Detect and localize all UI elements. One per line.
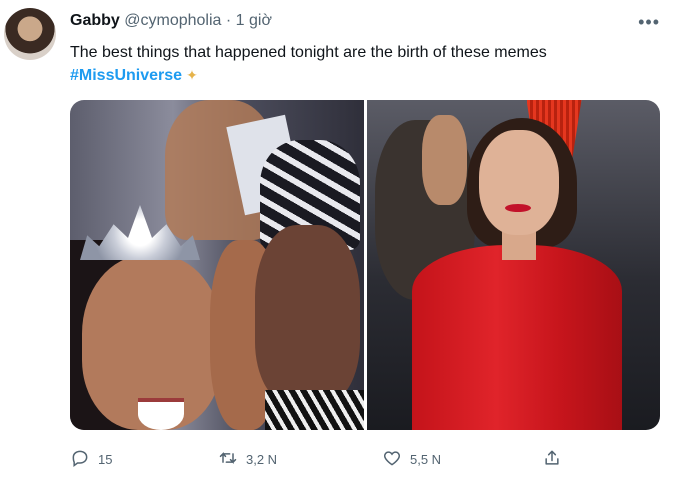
- like-count: 5,5 N: [410, 452, 442, 467]
- media-grid: [70, 100, 660, 430]
- reply-icon: [70, 448, 90, 471]
- retweet-count: 3,2 N: [246, 452, 278, 467]
- media-photo-1[interactable]: [70, 100, 364, 430]
- reply-button[interactable]: 15: [70, 448, 112, 471]
- like-button[interactable]: 5,5 N: [382, 448, 441, 471]
- tweet: Gabby @cymopholia · 1 giờ ••• The best t…: [0, 0, 700, 478]
- timestamp[interactable]: 1 giờ: [236, 12, 272, 29]
- header-separator: ·: [225, 12, 232, 29]
- hashtag-line: #MissUniverse ✦: [70, 64, 670, 87]
- display-name[interactable]: Gabby: [70, 12, 120, 29]
- avatar[interactable]: [4, 8, 56, 60]
- heart-icon: [382, 448, 402, 471]
- media-photo-2[interactable]: [366, 100, 660, 430]
- hashtag-link[interactable]: #MissUniverse: [70, 67, 182, 84]
- reply-count: 15: [98, 452, 113, 467]
- retweet-icon: [218, 448, 238, 471]
- tweet-text: The best things that happened tonight ar…: [70, 42, 670, 87]
- tweet-body: The best things that happened tonight ar…: [70, 44, 547, 61]
- tweet-header: Gabby @cymopholia · 1 giờ: [70, 12, 272, 30]
- share-button[interactable]: [542, 448, 562, 471]
- share-icon: [542, 448, 562, 471]
- user-handle[interactable]: @cymopholia: [124, 12, 221, 29]
- more-options-icon[interactable]: •••: [638, 12, 660, 33]
- action-bar: 15 3,2 N 5,5 N: [70, 448, 670, 470]
- retweet-button[interactable]: 3,2 N: [218, 448, 277, 471]
- sparkle-icon: ✦: [186, 67, 198, 83]
